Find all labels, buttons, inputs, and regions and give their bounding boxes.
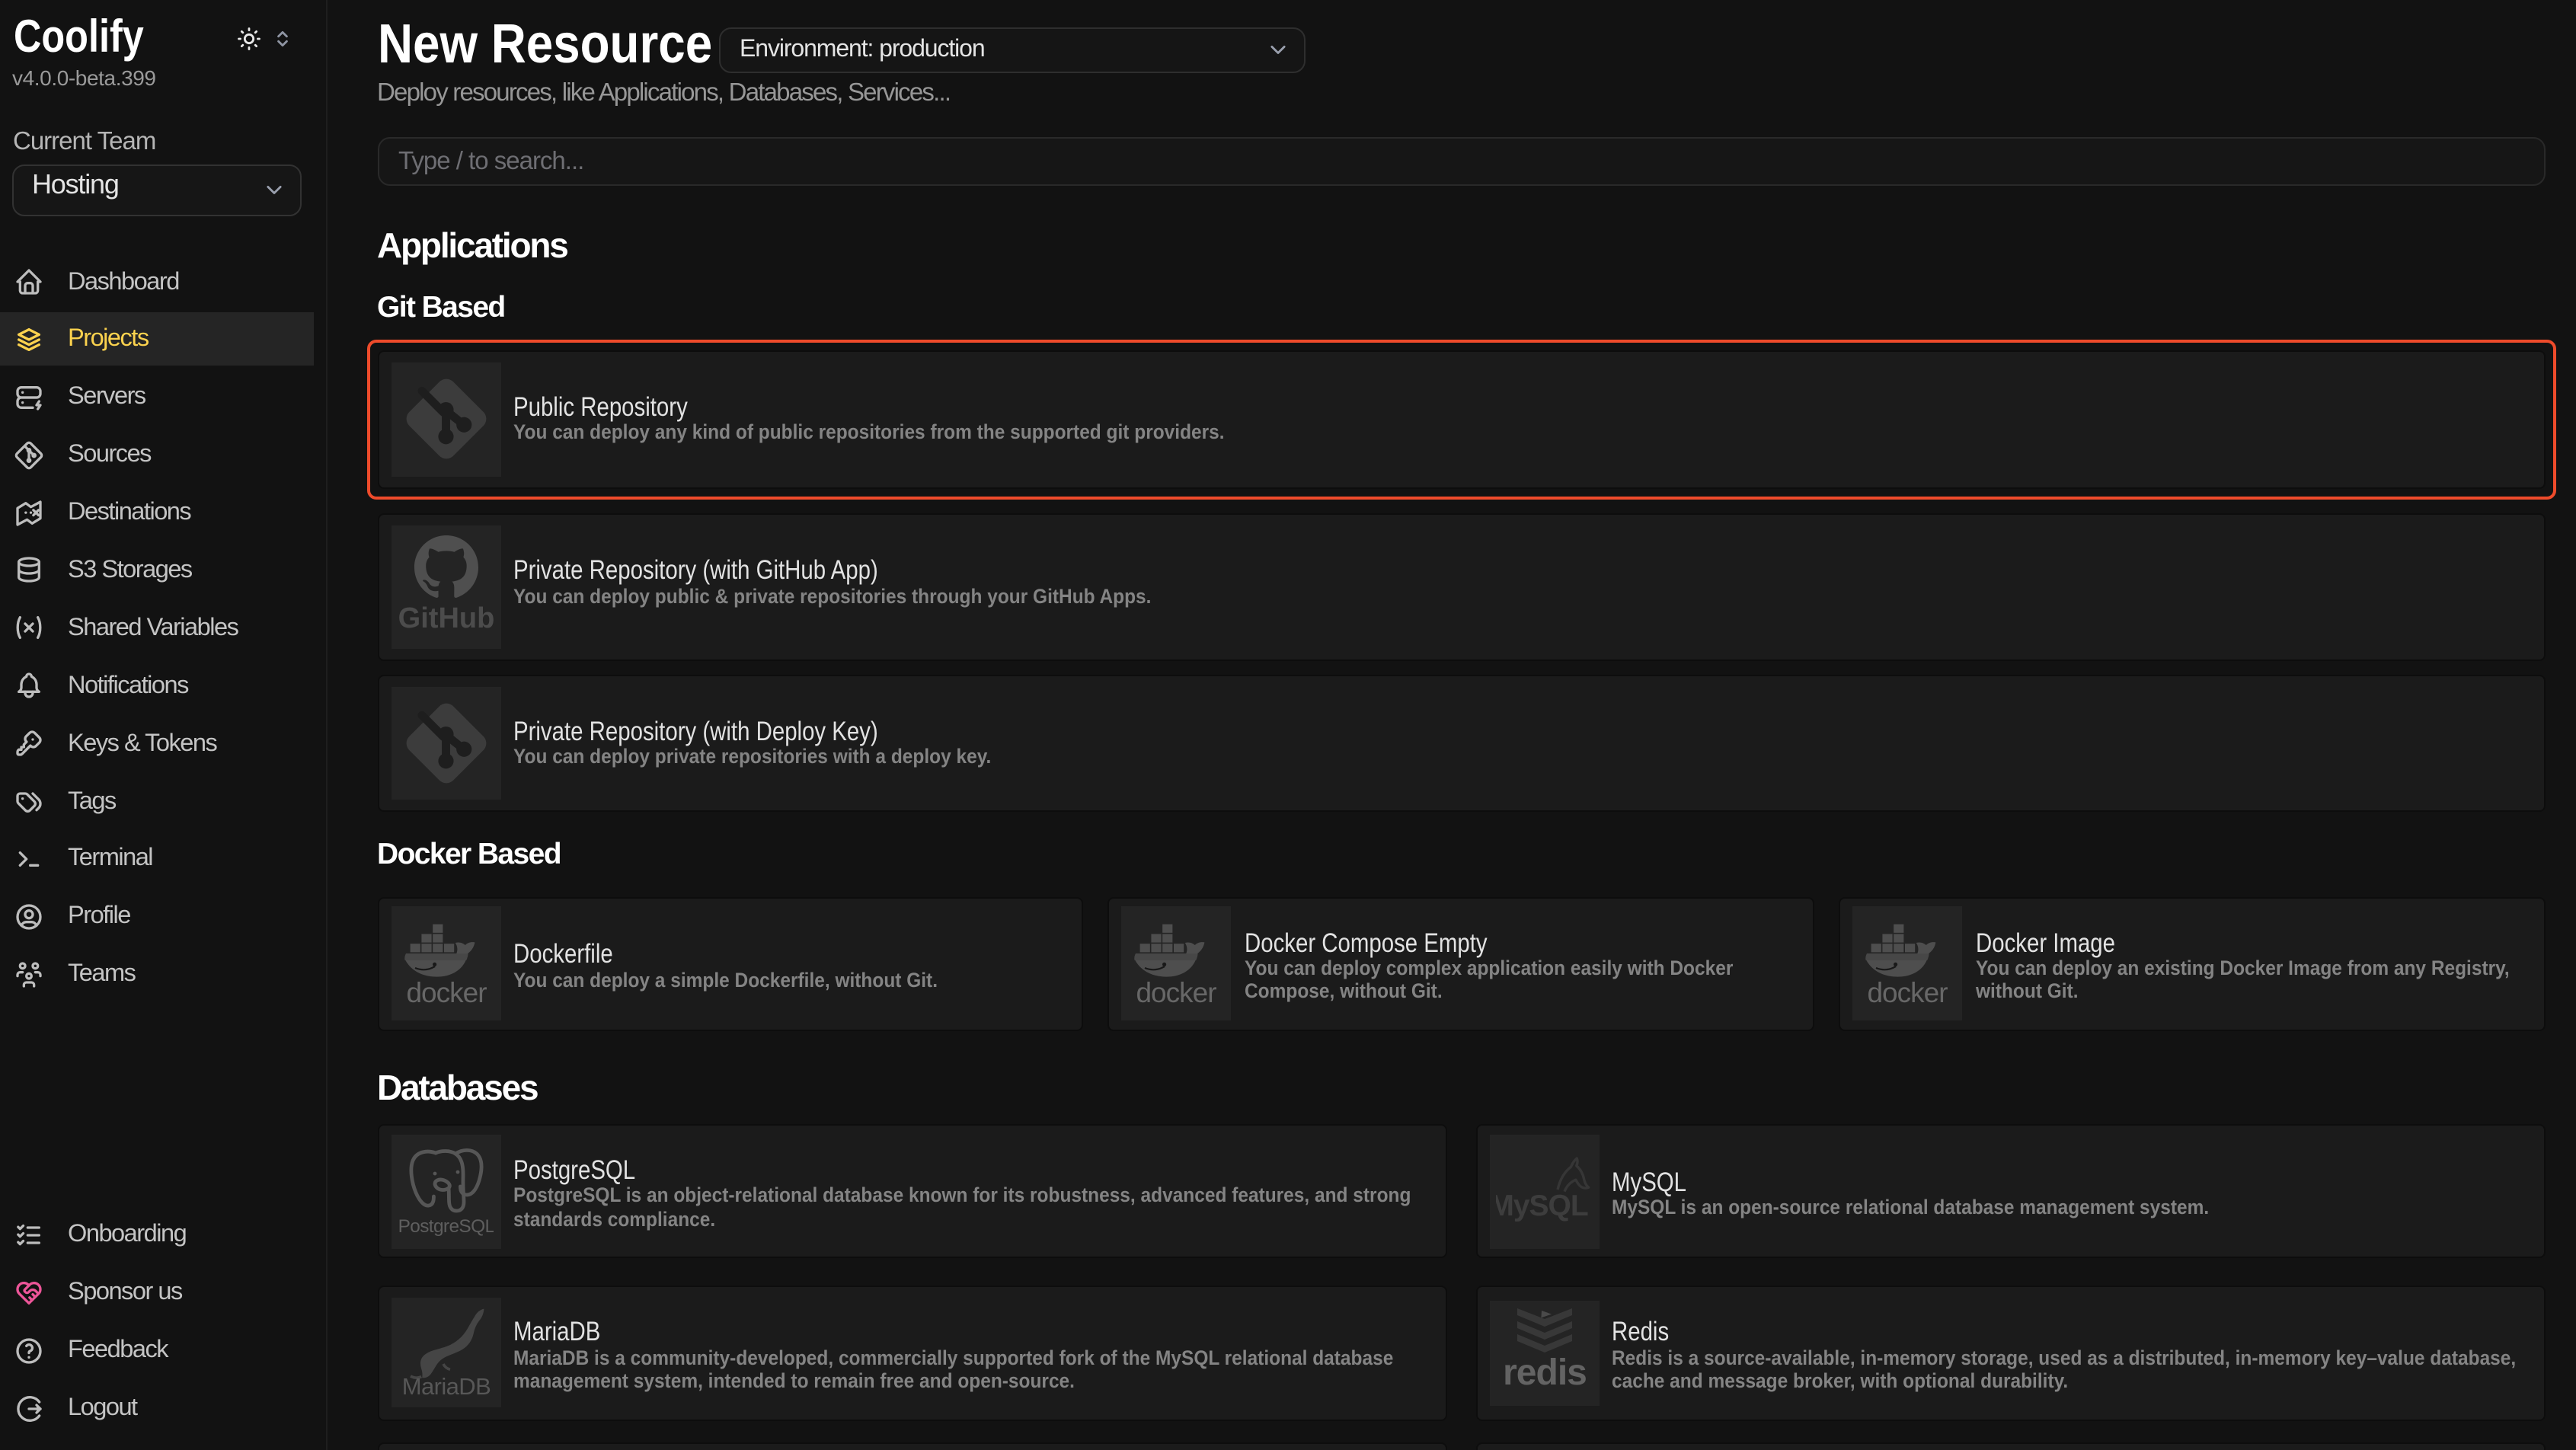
svg-text:redis: redis <box>1502 1353 1586 1394</box>
svg-text:GitHub: GitHub <box>398 603 494 635</box>
svg-text:docker: docker <box>1868 977 1948 1008</box>
svg-text:MySQL: MySQL <box>1495 1190 1587 1222</box>
svg-text:docker: docker <box>405 977 486 1008</box>
svg-text:docker: docker <box>1136 977 1217 1008</box>
svg-text:MariaDB: MariaDB <box>401 1374 490 1400</box>
svg-text:PostgreSQL: PostgreSQL <box>398 1216 493 1237</box>
